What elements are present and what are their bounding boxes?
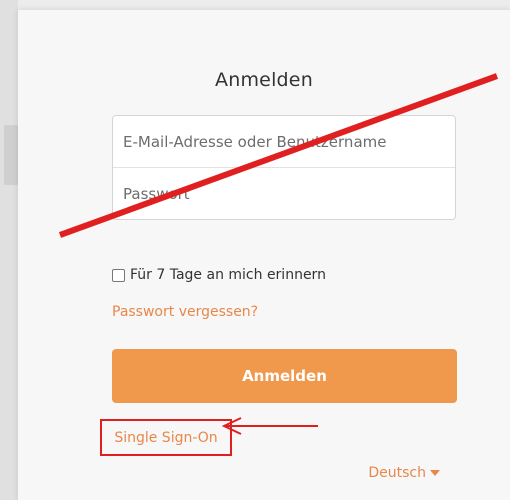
page: Anmelden Für 7 Tage an mich erinnern Pas… [0, 0, 510, 500]
username-input[interactable] [113, 116, 455, 168]
language-selector[interactable]: Deutsch [368, 465, 440, 481]
login-card: Anmelden Für 7 Tage an mich erinnern Pas… [18, 10, 510, 500]
forgot-password-link[interactable]: Passwort vergessen? [112, 304, 258, 320]
credentials-group [112, 115, 456, 220]
language-label: Deutsch [368, 465, 426, 481]
single-sign-on-label: Single Sign-On [114, 429, 218, 446]
remember-me[interactable]: Für 7 Tage an mich erinnern [112, 267, 326, 283]
background-strip [0, 0, 18, 500]
single-sign-on-link[interactable]: Single Sign-On [100, 419, 232, 456]
password-input[interactable] [113, 168, 455, 220]
login-title: Anmelden [215, 69, 313, 91]
remember-label: Für 7 Tage an mich erinnern [130, 267, 326, 283]
remember-checkbox[interactable] [112, 268, 125, 282]
login-button[interactable]: Anmelden [112, 349, 457, 403]
background-element [4, 125, 18, 185]
caret-down-icon [430, 470, 440, 476]
